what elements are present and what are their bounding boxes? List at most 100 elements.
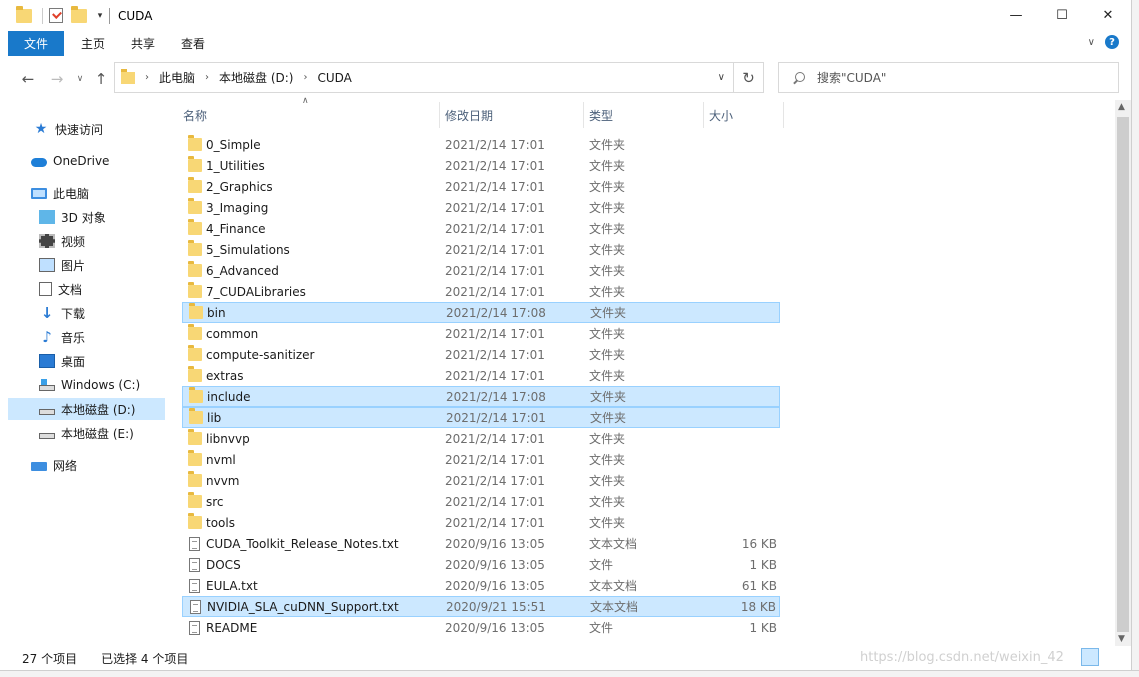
help-icon[interactable]: ? bbox=[1105, 35, 1119, 49]
breadcrumb-drive-d[interactable]: 本地磁盘 (D:) bbox=[219, 69, 293, 86]
file-row[interactable]: libnvvp 2021/2/14 17:01 文件夹 bbox=[182, 428, 780, 449]
scroll-up-icon[interactable]: ▲ bbox=[1118, 102, 1125, 112]
file-row[interactable]: 4_Finance 2021/2/14 17:01 文件夹 bbox=[182, 218, 780, 239]
file-name: 5_Simulations bbox=[206, 242, 290, 257]
sidebar-item-label: 图片 bbox=[61, 258, 86, 273]
sidebar-item-local-disk-d[interactable]: 本地磁盘 (D:) bbox=[8, 398, 165, 420]
sidebar-item-onedrive[interactable]: OneDrive bbox=[31, 150, 188, 172]
file-row[interactable]: tools 2021/2/14 17:01 文件夹 bbox=[182, 512, 780, 533]
file-row[interactable]: src 2021/2/14 17:01 文件夹 bbox=[182, 491, 780, 512]
forward-arrow-icon[interactable]: → bbox=[48, 70, 66, 88]
file-row[interactable]: 3_Imaging 2021/2/14 17:01 文件夹 bbox=[182, 197, 780, 218]
address-bar[interactable]: › 此电脑 › 本地磁盘 (D:) › CUDA ∨ bbox=[114, 62, 734, 93]
close-button[interactable]: ✕ bbox=[1085, 0, 1131, 31]
file-row[interactable]: extras 2021/2/14 17:01 文件夹 bbox=[182, 365, 780, 386]
file-date: 2021/2/14 17:01 bbox=[445, 284, 545, 299]
scrollbar-thumb[interactable] bbox=[1117, 117, 1129, 632]
sidebar-item-label: 视频 bbox=[61, 234, 86, 249]
file-date: 2020/9/21 15:51 bbox=[446, 599, 546, 614]
3d-objects-icon bbox=[39, 210, 55, 224]
file-type: 文件夹 bbox=[589, 243, 626, 257]
file-row[interactable]: 5_Simulations 2021/2/14 17:01 文件夹 bbox=[182, 239, 780, 260]
scroll-down-icon[interactable]: ▼ bbox=[1118, 634, 1125, 644]
file-type: 文件夹 bbox=[589, 327, 626, 341]
file-row[interactable]: compute-sanitizer 2021/2/14 17:01 文件夹 bbox=[182, 344, 780, 365]
file-row[interactable]: EULA.txt 2020/9/16 13:05 文本文档 61 KB bbox=[182, 575, 780, 596]
properties-icon[interactable] bbox=[49, 8, 63, 23]
sidebar-item-network[interactable]: 网络 bbox=[31, 454, 188, 476]
file-row[interactable]: bin 2021/2/14 17:08 文件夹 bbox=[182, 302, 780, 323]
file-list: ∧ 名称 修改日期 类型 大小 0_Simple 2021/2/14 17:01 文… bbox=[166, 94, 1116, 646]
breadcrumb-this-pc[interactable]: 此电脑 bbox=[159, 69, 195, 86]
file-row[interactable]: 0_Simple 2021/2/14 17:01 文件夹 bbox=[182, 134, 780, 155]
file-name: 0_Simple bbox=[206, 137, 261, 152]
column-header-date[interactable]: 修改日期 bbox=[440, 102, 584, 128]
large-icons-view-icon[interactable] bbox=[1103, 648, 1121, 666]
file-row[interactable]: include 2021/2/14 17:08 文件夹 bbox=[182, 386, 780, 407]
file-date: 2021/2/14 17:01 bbox=[445, 179, 545, 194]
search-input[interactable]: 搜索"CUDA" bbox=[778, 62, 1119, 93]
customize-toolbar-dropdown-icon[interactable]: ▾ bbox=[93, 11, 107, 21]
file-row[interactable]: 1_Utilities 2021/2/14 17:01 文件夹 bbox=[182, 155, 780, 176]
minimize-button[interactable]: — bbox=[993, 0, 1039, 31]
address-dropdown-icon[interactable]: ∨ bbox=[718, 72, 725, 83]
file-name: tools bbox=[206, 515, 235, 530]
tab-home[interactable]: 主页 bbox=[68, 31, 118, 56]
file-name: libnvvp bbox=[206, 431, 250, 446]
maximize-button[interactable]: ☐ bbox=[1039, 0, 1085, 31]
file-type: 文件夹 bbox=[589, 348, 626, 362]
file-row[interactable]: common 2021/2/14 17:01 文件夹 bbox=[182, 323, 780, 344]
recent-locations-dropdown-icon[interactable]: ∨ bbox=[71, 74, 89, 84]
file-name: lib bbox=[207, 410, 222, 425]
file-row[interactable]: DOCS 2020/9/16 13:05 文件 1 KB bbox=[182, 554, 780, 575]
sidebar-item-this-pc[interactable]: 此电脑 bbox=[31, 182, 188, 204]
file-name: 4_Finance bbox=[206, 221, 266, 236]
column-header-size[interactable]: 大小 bbox=[704, 102, 784, 128]
sidebar-item-label: 快速访问 bbox=[55, 122, 104, 137]
file-row[interactable]: lib 2021/2/14 17:01 文件夹 bbox=[182, 407, 780, 428]
file-date: 2021/2/14 17:01 bbox=[445, 431, 545, 446]
file-size: 61 KB bbox=[741, 578, 777, 593]
file-name: 6_Advanced bbox=[206, 263, 279, 278]
file-row[interactable]: README 2020/9/16 13:05 文件 1 KB bbox=[182, 617, 780, 638]
back-arrow-icon[interactable]: ← bbox=[19, 70, 37, 88]
chevron-down-icon[interactable]: ∨ bbox=[1088, 37, 1095, 48]
ribbon-tabs: 文件 主页 共享 查看 ∨ ? bbox=[0, 31, 1131, 56]
column-header-type[interactable]: 类型 bbox=[584, 102, 704, 128]
divider bbox=[109, 7, 110, 24]
sidebar-item-label: 本地磁盘 (D:) bbox=[61, 402, 136, 417]
divider bbox=[42, 7, 43, 24]
details-view-icon[interactable] bbox=[1081, 648, 1099, 666]
file-date: 2021/2/14 17:01 bbox=[445, 200, 545, 215]
file-name: extras bbox=[206, 368, 244, 383]
file-row[interactable]: NVIDIA_SLA_cuDNN_Support.txt 2020/9/21 15… bbox=[182, 596, 780, 617]
column-header-name[interactable]: 名称 bbox=[178, 102, 440, 128]
breadcrumb-separator-icon[interactable]: › bbox=[145, 72, 149, 83]
file-date: 2021/2/14 17:01 bbox=[445, 326, 545, 341]
vertical-scrollbar[interactable]: ▲ ▼ bbox=[1115, 100, 1131, 646]
up-arrow-icon[interactable]: ↑ bbox=[92, 70, 110, 88]
file-row[interactable]: 6_Advanced 2021/2/14 17:01 文件夹 bbox=[182, 260, 780, 281]
breadcrumb-separator-icon[interactable]: › bbox=[205, 72, 209, 83]
breadcrumb-cuda[interactable]: CUDA bbox=[317, 71, 351, 85]
tab-file[interactable]: 文件 bbox=[8, 31, 64, 56]
file-date: 2020/9/16 13:05 bbox=[445, 578, 545, 593]
drive-icon bbox=[39, 432, 55, 439]
file-date: 2021/2/14 17:08 bbox=[446, 389, 546, 404]
breadcrumb-separator-icon[interactable]: › bbox=[303, 72, 307, 83]
file-row[interactable]: nvvm 2021/2/14 17:01 文件夹 bbox=[182, 470, 780, 491]
ribbon-right-controls: ∨ ? bbox=[1088, 35, 1119, 49]
file-row[interactable]: CUDA_Toolkit_Release_Notes.txt 2020/9/16 … bbox=[182, 533, 780, 554]
new-folder-icon[interactable] bbox=[71, 5, 87, 23]
file-row[interactable]: 2_Graphics 2021/2/14 17:01 文件夹 bbox=[182, 176, 780, 197]
window-controls: — ☐ ✕ bbox=[993, 0, 1131, 31]
file-date: 2021/2/14 17:01 bbox=[445, 263, 545, 278]
tab-share[interactable]: 共享 bbox=[118, 31, 168, 56]
file-row[interactable]: nvml 2021/2/14 17:01 文件夹 bbox=[182, 449, 780, 470]
refresh-button[interactable]: ↻ bbox=[733, 62, 764, 93]
file-type: 文件夹 bbox=[589, 474, 626, 488]
file-date: 2021/2/14 17:01 bbox=[445, 473, 545, 488]
tab-view[interactable]: 查看 bbox=[168, 31, 218, 56]
file-type: 文件夹 bbox=[589, 222, 626, 236]
file-row[interactable]: 7_CUDALibraries 2021/2/14 17:01 文件夹 bbox=[182, 281, 780, 302]
